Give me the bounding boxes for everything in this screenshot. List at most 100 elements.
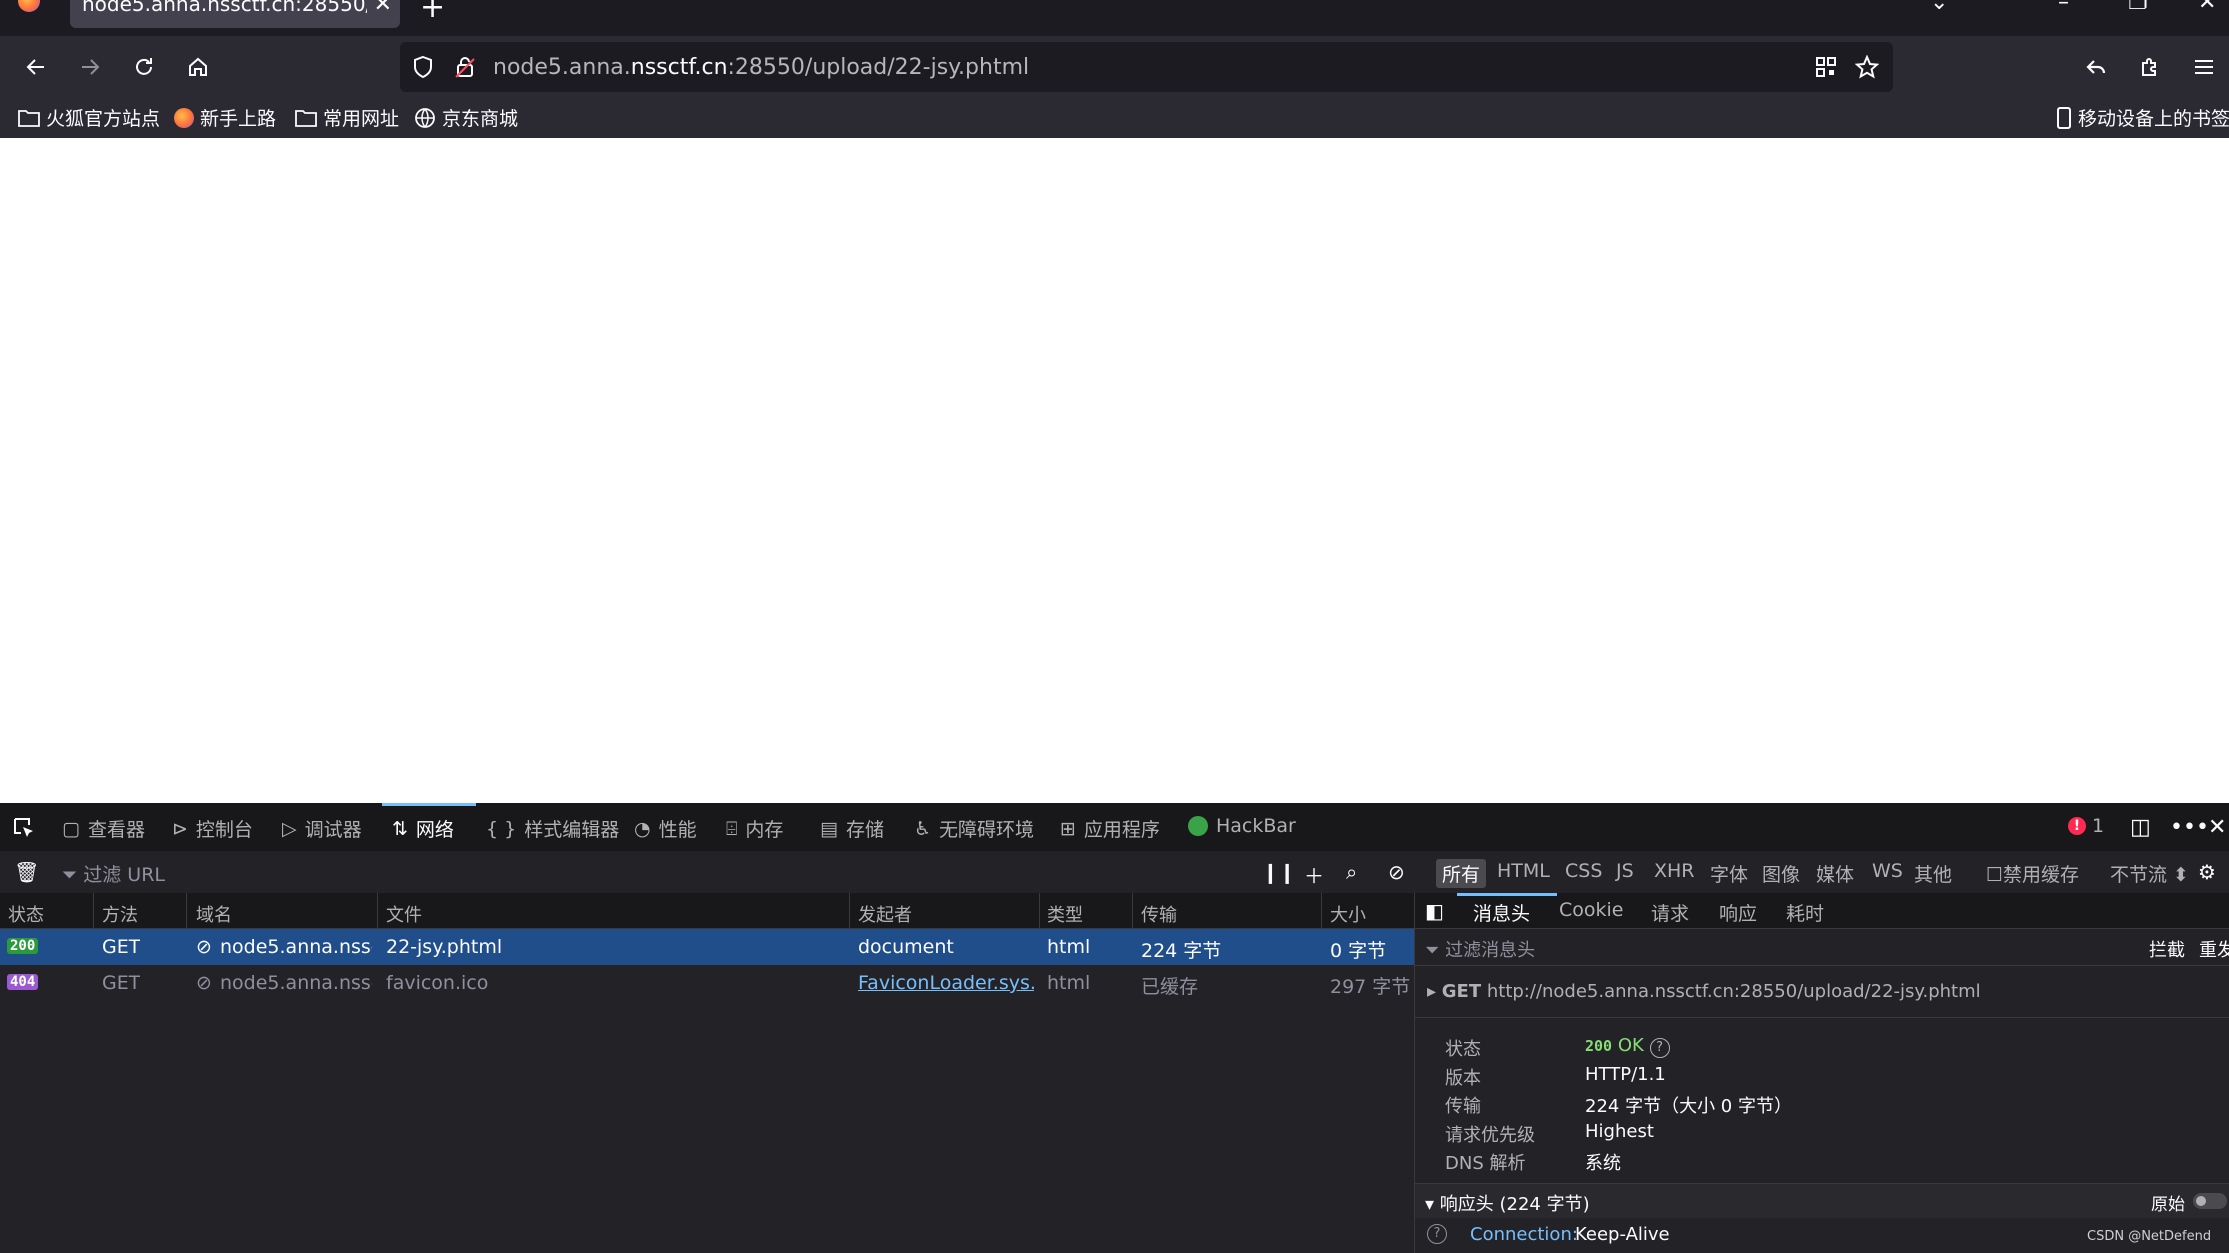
error-count-badge[interactable]: ! 1 [2068,815,2104,837]
filter-type-all[interactable]: 所有 [1436,859,1487,888]
tab-hackbar[interactable]: HackBar [1188,815,1296,837]
menu-button[interactable] [2186,49,2222,85]
filter-type-css[interactable]: CSS [1565,860,1602,882]
tab-application[interactable]: ⊞ 应用程序 [1060,815,1160,842]
request-details: ◧ 消息头 Cookie 请求 响应 耗时 ⏷ 过滤消息头 拦截 重发 ▸ GE… [1415,893,2229,1253]
dock-side-icon[interactable]: ◫ [2130,815,2151,840]
element-picker-icon[interactable] [12,816,36,840]
url-bar[interactable]: node5.anna.nssctf.cn:28550/upload/22-jsy… [400,42,1893,92]
size-cell: 297 字节 [1330,976,1411,998]
storage-icon: ▤ [820,817,838,840]
file-cell: favicon.ico [386,972,489,994]
col-domain[interactable]: 域名 [196,901,232,927]
tab-close-icon[interactable]: ✕ [374,0,392,17]
col-file[interactable]: 文件 [386,901,422,927]
table-row[interactable]: 404 GET ⊘ node5.anna.nssct... favicon.ic… [0,965,1414,1001]
tab-network[interactable]: ⇅ 网络 [392,815,454,842]
bookmark-star-icon[interactable] [1855,55,1879,79]
col-method[interactable]: 方法 [102,901,138,927]
shield-icon[interactable] [412,55,434,79]
reload-button[interactable] [126,49,162,85]
mobile-bookmarks[interactable]: 移动设备上的书签 [2056,104,2229,131]
summary-method: GET [1441,981,1482,1002]
table-row[interactable]: 200 GET ⊘ node5.anna.nssct... 22-jsy.pht… [0,929,1414,965]
more-options-icon[interactable]: ••• [2170,815,2209,840]
tab-console[interactable]: ⊳ 控制台 [172,815,253,842]
col-type[interactable]: 类型 [1047,901,1083,927]
bookmark-item-3[interactable]: 京东商城 [414,104,518,131]
disable-cache-checkbox[interactable]: ☐禁用缓存 [1986,860,2079,887]
initiator-cell: document [858,936,954,958]
insecure-lock-icon[interactable] [454,55,476,79]
header-help-icon[interactable]: ? [1427,1224,1447,1244]
response-headers-section[interactable]: ▾ 响应头 (224 字节) 原始 [1415,1183,2229,1218]
throttle-select[interactable]: 不节流 ⬍ [2110,860,2189,887]
tab-storage[interactable]: ▤ 存储 [820,815,884,842]
application-icon: ⊞ [1060,817,1076,840]
extensions-button[interactable] [2132,49,2168,85]
restore-icon[interactable]: ❐ [2128,0,2148,15]
page-content [0,138,2229,803]
resend-button[interactable]: 重发 [2199,936,2229,962]
qr-code-icon[interactable] [1815,56,1837,78]
pause-icon[interactable]: ❙❙ [1262,860,1296,884]
close-devtools-icon[interactable]: ✕ [2208,815,2226,840]
browser-tab[interactable]: node5.anna.nssctf.cn:28550/uplo ✕ [70,0,400,28]
initiator-link[interactable]: FaviconLoader.sys.m... [858,972,1034,994]
settings-gear-icon[interactable]: ⚙ [2198,860,2216,884]
col-status[interactable]: 状态 [8,901,44,927]
search-icon[interactable]: ⌕ [1346,860,1357,884]
filter-type-js[interactable]: JS [1616,860,1634,882]
bookmark-item-1[interactable]: 新手上路 [174,104,276,131]
status-text: OK [1617,1035,1644,1056]
tab-timings[interactable]: 耗时 [1786,899,1824,926]
toggle-sidebar-icon[interactable]: ◧ [1425,899,1444,923]
col-transfer[interactable]: 传输 [1141,901,1177,927]
filter-headers-input[interactable]: ⏷ 过滤消息头 [1425,936,1535,962]
tab-list-chevron-icon[interactable]: ⌄ [1930,0,1948,15]
raw-toggle-switch[interactable] [2193,1193,2227,1209]
filter-funnel-icon: ⏷ [1425,940,1446,961]
col-size[interactable]: 大小 [1330,901,1366,927]
status-value: 200 OK ? [1585,1035,1670,1058]
tab-style-editor[interactable]: { } 样式编辑器 [486,815,619,842]
home-button[interactable] [180,49,216,85]
share-button[interactable] [2078,49,2114,85]
filter-type-html[interactable]: HTML [1497,860,1550,882]
tab-accessibility[interactable]: ♿ 无障碍环境 [914,815,1034,842]
tab-debugger[interactable]: ▷ 调试器 [282,815,362,842]
bookmark-item-2[interactable]: 常用网址 [295,104,399,131]
new-tab-button[interactable]: + [420,0,445,25]
home-icon [189,57,207,76]
col-initiator[interactable]: 发起者 [858,901,912,927]
active-detail-tab-indicator [1457,893,1557,896]
tab-request[interactable]: 请求 [1651,899,1689,926]
tab-headers[interactable]: 消息头 [1473,899,1530,926]
tab-cookie[interactable]: Cookie [1559,899,1624,921]
forward-button[interactable] [72,49,108,85]
filter-url-input[interactable]: ⏷ 过滤 URL [62,860,165,887]
filter-type-ws[interactable]: WS [1872,860,1903,882]
tab-response[interactable]: 响应 [1719,899,1757,926]
tab-memory[interactable]: ⌹ 内存 [726,815,783,842]
minimize-icon[interactable]: – [2058,0,2069,15]
block-button[interactable]: 拦截 [2149,936,2185,962]
filter-type-image[interactable]: 图像 [1762,860,1800,887]
url-text[interactable]: node5.anna.nssctf.cn:28550/upload/22-jsy… [493,55,1029,80]
request-summary[interactable]: ▸ GET http://node5.anna.nssctf.cn:28550/… [1427,981,1981,1002]
filter-type-font[interactable]: 字体 [1710,860,1748,887]
filter-type-other[interactable]: 其他 [1914,860,1952,887]
tab-inspector[interactable]: ▢ 查看器 [62,815,145,842]
back-button[interactable] [18,49,54,85]
tab-performance[interactable]: ◔ 性能 [634,815,697,842]
block-url-icon[interactable]: ⊘ [1388,860,1405,884]
trash-icon[interactable]: 🗑 [14,860,39,884]
add-request-icon[interactable]: ＋ [1304,860,1324,889]
help-icon[interactable]: ? [1649,1038,1670,1058]
bookmark-item-0[interactable]: 火狐官方站点 [18,104,160,131]
window-close-icon[interactable]: ✕ [2198,0,2216,15]
filter-type-xhr[interactable]: XHR [1654,860,1695,882]
filter-type-media[interactable]: 媒体 [1816,860,1854,887]
filter-funnel-icon: ⏷ [62,864,84,886]
summary-url: http://node5.anna.nssctf.cn:28550/upload… [1486,981,1981,1002]
